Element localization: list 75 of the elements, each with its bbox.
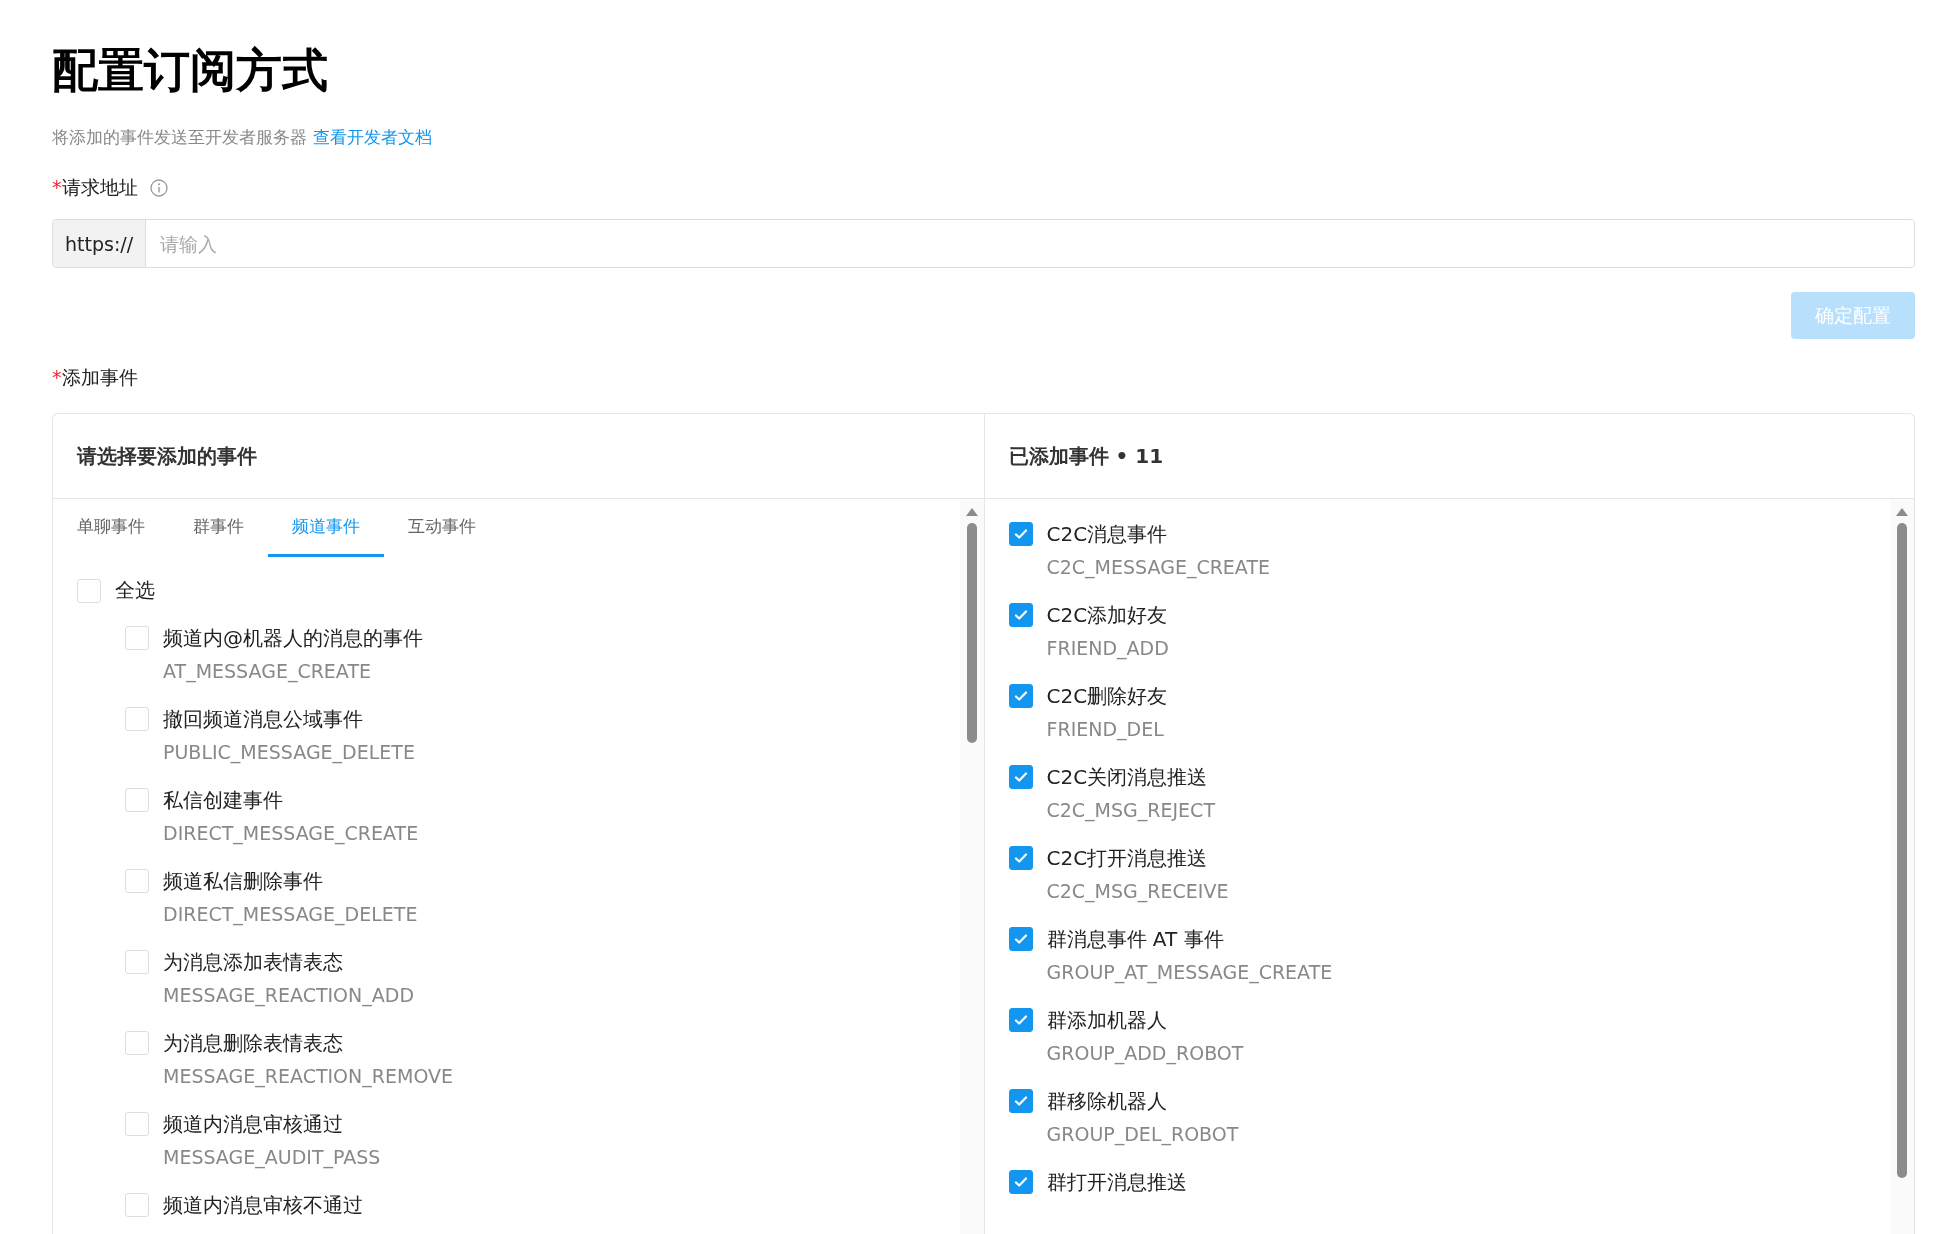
scroll-up-icon[interactable] — [964, 507, 979, 517]
event-count: 11 — [1135, 444, 1164, 468]
tab[interactable]: 互动事件 — [384, 499, 500, 557]
check-icon — [1012, 1012, 1029, 1028]
tab[interactable]: 群事件 — [169, 499, 268, 557]
event-code: C2C_MSG_REJECT — [1046, 798, 1215, 824]
event-code: DIRECT_MESSAGE_CREATE — [163, 821, 419, 847]
scrollbar-thumb[interactable] — [966, 523, 977, 743]
select-all-label: 全选 — [115, 577, 155, 604]
tab[interactable]: 单聊事件 — [53, 499, 169, 557]
event-code: MESSAGE_REACTION_ADD — [163, 983, 415, 1009]
event-name: C2C打开消息推送 — [1046, 845, 1209, 871]
page-title: 配置订阅方式 — [52, 42, 329, 99]
panel-title: 已添加事件 — [1008, 442, 1109, 470]
scrollbar-track[interactable] — [1890, 499, 1914, 1234]
check-icon — [1012, 1093, 1029, 1109]
tab[interactable]: 频道事件 — [268, 499, 384, 557]
scroll-up-icon[interactable] — [1895, 507, 1909, 517]
checkbox[interactable] — [1008, 927, 1033, 951]
event-code: C2C_MESSAGE_CREATE — [1046, 555, 1270, 581]
event-name: 频道内消息审核不通过 — [163, 1192, 363, 1218]
event-name: 群打开消息推送 — [1046, 1169, 1187, 1195]
check-icon — [1012, 688, 1029, 704]
event-name: 撤回频道消息公域事件 — [163, 706, 364, 732]
event-name: 为消息删除表情表态 — [163, 1030, 344, 1056]
event-name: C2C消息事件 — [1046, 521, 1169, 547]
event-name: 群移除机器人 — [1046, 1088, 1168, 1114]
event-code: C2C_MSG_RECEIVE — [1046, 879, 1229, 905]
checkbox[interactable] — [1008, 603, 1033, 627]
event-code: PUBLIC_MESSAGE_DELETE — [163, 740, 415, 766]
separator-dot: • — [1115, 444, 1129, 468]
check-icon — [1012, 607, 1029, 623]
required-mark: * — [52, 366, 62, 388]
checkbox[interactable] — [1008, 1008, 1033, 1032]
panel-title: 请选择要添加的事件 — [77, 442, 257, 470]
event-name: 群消息事件 AT 事件 — [1046, 926, 1225, 952]
scrollbar-thumb[interactable] — [1897, 523, 1907, 1178]
checkbox[interactable] — [1008, 1089, 1033, 1113]
event-name: 为消息添加表情表态 — [163, 949, 344, 975]
event-code: GROUP_ADD_ROBOT — [1046, 1041, 1244, 1067]
description: 将添加的事件发送至开发者服务器 — [52, 126, 307, 149]
event-code: FRIEND_ADD — [1046, 636, 1169, 662]
event-code: GROUP_DEL_ROBOT — [1046, 1122, 1239, 1148]
event-code: FRIEND_DEL — [1046, 717, 1165, 743]
info-icon[interactable] — [149, 179, 168, 197]
docs-link[interactable]: 查看开发者文档 — [313, 126, 432, 149]
event-name: 群添加机器人 — [1046, 1007, 1168, 1033]
event-name: 频道内消息审核通过 — [163, 1111, 344, 1137]
check-icon — [1012, 931, 1029, 947]
url-prefix: https:// — [53, 220, 147, 267]
event-code: MESSAGE_REACTION_REMOVE — [163, 1064, 453, 1090]
section-label: 添加事件 — [61, 366, 138, 388]
checkbox[interactable] — [1008, 765, 1033, 789]
url-field[interactable]: https:// 请输入 — [52, 219, 1915, 268]
event-name: 频道内@机器人的消息的事件 — [163, 625, 423, 651]
event-code: AT_MESSAGE_CREATE — [163, 659, 372, 685]
check-icon — [1012, 1174, 1029, 1190]
required-mark: * — [52, 176, 62, 198]
checkbox[interactable] — [1008, 1170, 1033, 1194]
checkbox[interactable] — [1008, 846, 1033, 870]
checkbox[interactable] — [1008, 684, 1033, 708]
checkbox[interactable] — [1008, 522, 1033, 546]
event-code: GROUP_AT_MESSAGE_CREATE — [1046, 960, 1333, 986]
event-name: 频道私信删除事件 — [163, 868, 324, 894]
event-name: C2C关闭消息推送 — [1046, 764, 1209, 790]
event-name: C2C添加好友 — [1046, 602, 1169, 628]
scrollbar-track[interactable] — [959, 499, 984, 1234]
check-icon — [1012, 850, 1029, 866]
event-code: DIRECT_MESSAGE_DELETE — [163, 902, 418, 928]
check-icon — [1012, 769, 1029, 785]
event-name: 私信创建事件 — [163, 787, 284, 813]
event-name: C2C删除好友 — [1046, 683, 1168, 709]
check-icon — [1012, 526, 1029, 542]
field-label: 请求地址 — [61, 176, 138, 198]
event-code: MESSAGE_AUDIT_PASS — [163, 1145, 381, 1171]
